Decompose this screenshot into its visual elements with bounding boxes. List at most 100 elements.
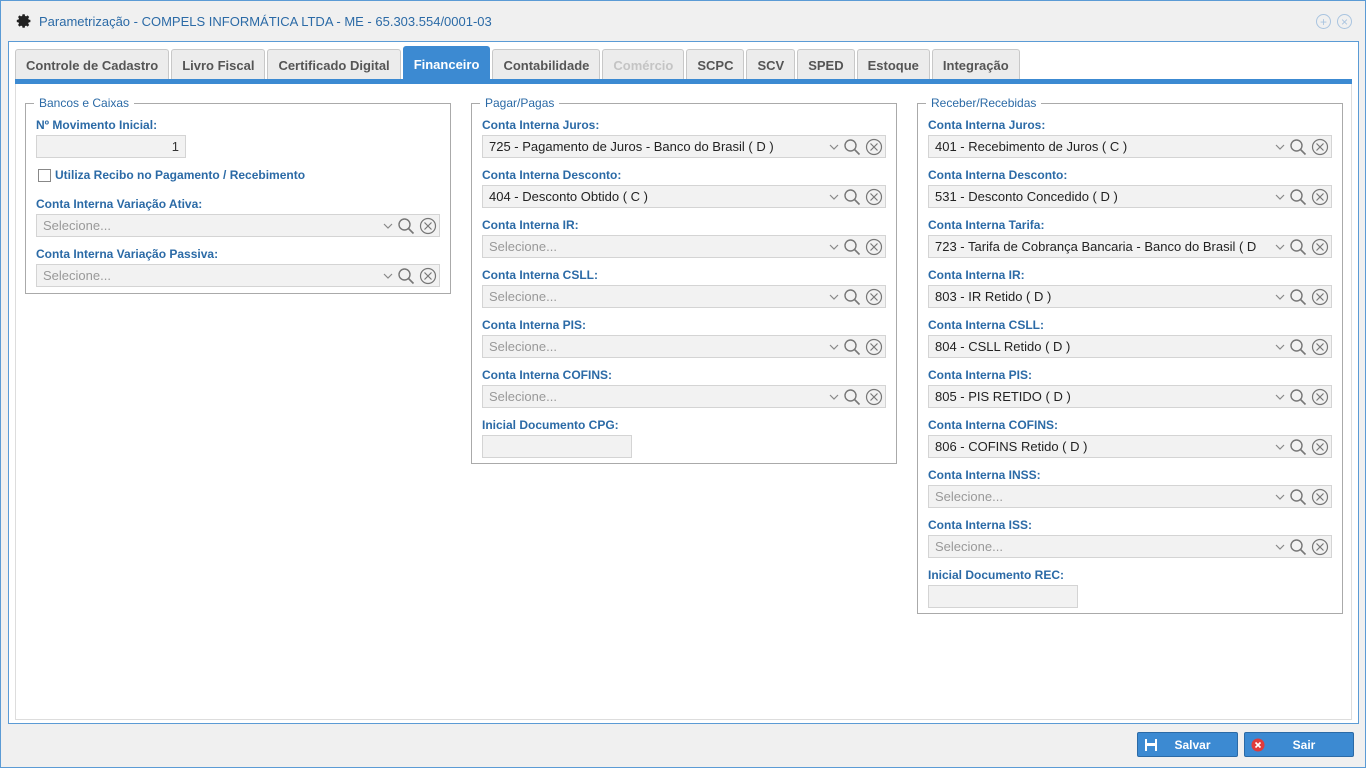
search-icon[interactable] xyxy=(841,385,863,408)
receber-conta-interna-tarifa-select[interactable]: 723 - Tarifa de Cobrança Bancaria - Banc… xyxy=(928,235,1332,258)
clear-icon[interactable] xyxy=(863,185,885,208)
chevron-down-icon[interactable] xyxy=(1273,385,1287,408)
clear-icon[interactable] xyxy=(863,335,885,358)
pagar-conta-interna-juros-select[interactable]: 725 - Pagamento de Juros - Banco do Bras… xyxy=(482,135,886,158)
tab-livro-fiscal[interactable]: Livro Fiscal xyxy=(171,49,266,81)
clear-icon[interactable] xyxy=(1309,185,1331,208)
chevron-down-icon[interactable] xyxy=(827,185,841,208)
exit-button[interactable]: Sair xyxy=(1244,732,1354,757)
tab-certificado-digital[interactable]: Certificado Digital xyxy=(267,49,401,81)
clear-icon[interactable] xyxy=(863,285,885,308)
clear-icon[interactable] xyxy=(417,214,439,237)
chevron-down-icon[interactable] xyxy=(1273,435,1287,458)
pagar-conta-interna-juros-value: 725 - Pagamento de Juros - Banco do Bras… xyxy=(489,139,774,154)
receber-conta-interna-csll-select[interactable]: 804 - CSLL Retido ( D ) xyxy=(928,335,1332,358)
pagar-conta-interna-desconto-select[interactable]: 404 - Desconto Obtido ( C ) xyxy=(482,185,886,208)
pagar-conta-interna-cofins-select[interactable]: Selecione... xyxy=(482,385,886,408)
pagar-conta-interna-csll-label: Conta Interna CSLL: xyxy=(482,268,598,282)
receber-conta-interna-iss-select[interactable]: Selecione... xyxy=(928,535,1332,558)
clear-icon[interactable] xyxy=(1309,535,1331,558)
chevron-down-icon[interactable] xyxy=(1273,485,1287,508)
chevron-down-icon[interactable] xyxy=(1273,135,1287,158)
search-icon[interactable] xyxy=(1287,135,1309,158)
save-button[interactable]: Salvar xyxy=(1137,732,1238,757)
search-icon[interactable] xyxy=(841,285,863,308)
search-icon[interactable] xyxy=(841,185,863,208)
financeiro-panel: Bancos e Caixas Nº Movimento Inicial: 1 … xyxy=(15,84,1352,720)
receber-conta-interna-pis-select[interactable]: 805 - PIS RETIDO ( D ) xyxy=(928,385,1332,408)
tab-estoque[interactable]: Estoque xyxy=(856,49,930,81)
tab-scpc[interactable]: SCPC xyxy=(686,49,745,81)
clear-icon[interactable] xyxy=(1309,385,1331,408)
tab-sped[interactable]: SPED xyxy=(797,49,855,81)
chevron-down-icon[interactable] xyxy=(827,335,841,358)
maximize-icon[interactable]: + xyxy=(1316,14,1331,29)
receber-conta-interna-csll-label: Conta Interna CSLL: xyxy=(928,318,1044,332)
clear-icon[interactable] xyxy=(863,385,885,408)
search-icon[interactable] xyxy=(1287,285,1309,308)
search-icon[interactable] xyxy=(841,335,863,358)
pagar-conta-interna-pis-select[interactable]: Selecione... xyxy=(482,335,886,358)
receber-conta-interna-inss-select[interactable]: Selecione... xyxy=(928,485,1332,508)
chevron-down-icon[interactable] xyxy=(1273,285,1287,308)
search-icon[interactable] xyxy=(841,135,863,158)
movimento-inicial-input[interactable]: 1 xyxy=(36,135,186,158)
chevron-down-icon[interactable] xyxy=(381,264,395,287)
clear-icon[interactable] xyxy=(417,264,439,287)
inicial-documento-cpg-label: Inicial Documento CPG: xyxy=(482,418,619,432)
tab-contabilidade[interactable]: Contabilidade xyxy=(492,49,601,81)
receber-conta-interna-ir-select[interactable]: 803 - IR Retido ( D ) xyxy=(928,285,1332,308)
tab-comercio: Comércio xyxy=(602,49,685,81)
tab-financeiro[interactable]: Financeiro xyxy=(402,46,491,81)
clear-icon[interactable] xyxy=(1309,285,1331,308)
chevron-down-icon[interactable] xyxy=(827,285,841,308)
pagar-conta-interna-cofins-label: Conta Interna COFINS: xyxy=(482,368,613,382)
receber-conta-interna-juros-label: Conta Interna Juros: xyxy=(928,118,1046,132)
variacao-ativa-select[interactable]: Selecione... xyxy=(36,214,440,237)
receber-conta-interna-ir-label: Conta Interna IR: xyxy=(928,268,1025,282)
chevron-down-icon[interactable] xyxy=(1273,535,1287,558)
pagar-conta-interna-ir-select[interactable]: Selecione... xyxy=(482,235,886,258)
tab-scv[interactable]: SCV xyxy=(746,49,796,81)
pagar-conta-interna-csll-select[interactable]: Selecione... xyxy=(482,285,886,308)
close-icon[interactable]: × xyxy=(1337,14,1352,29)
chevron-down-icon[interactable] xyxy=(827,235,841,258)
pagar-pagas-legend: Pagar/Pagas xyxy=(485,96,555,110)
chevron-down-icon[interactable] xyxy=(1273,335,1287,358)
search-icon[interactable] xyxy=(1287,235,1309,258)
variacao-passiva-select[interactable]: Selecione... xyxy=(36,264,440,287)
clear-icon[interactable] xyxy=(1309,335,1331,358)
search-icon[interactable] xyxy=(1287,435,1309,458)
clear-icon[interactable] xyxy=(1309,235,1331,258)
chevron-down-icon[interactable] xyxy=(381,214,395,237)
receber-conta-interna-inss-value: Selecione... xyxy=(935,489,1003,504)
receber-conta-interna-desconto-select[interactable]: 531 - Desconto Concedido ( D ) xyxy=(928,185,1332,208)
variacao-ativa-value: Selecione... xyxy=(43,218,111,233)
search-icon[interactable] xyxy=(1287,335,1309,358)
chevron-down-icon[interactable] xyxy=(827,385,841,408)
utiliza-recibo-checkbox[interactable] xyxy=(38,169,51,182)
tab-controle-de-cadastro[interactable]: Controle de Cadastro xyxy=(15,49,170,81)
chevron-down-icon[interactable] xyxy=(1273,235,1287,258)
exit-icon xyxy=(1245,738,1271,752)
clear-icon[interactable] xyxy=(1309,435,1331,458)
inicial-documento-cpg-input[interactable] xyxy=(482,435,632,458)
chevron-down-icon[interactable] xyxy=(1273,185,1287,208)
receber-conta-interna-juros-select[interactable]: 401 - Recebimento de Juros ( C ) xyxy=(928,135,1332,158)
tab-integracao[interactable]: Integração xyxy=(931,49,1020,81)
clear-icon[interactable] xyxy=(863,235,885,258)
chevron-down-icon[interactable] xyxy=(827,135,841,158)
search-icon[interactable] xyxy=(1287,385,1309,408)
search-icon[interactable] xyxy=(395,264,417,287)
clear-icon[interactable] xyxy=(1309,485,1331,508)
clear-icon[interactable] xyxy=(1309,135,1331,158)
search-icon[interactable] xyxy=(841,235,863,258)
inicial-documento-rec-input[interactable] xyxy=(928,585,1078,608)
clear-icon[interactable] xyxy=(863,135,885,158)
receber-conta-interna-cofins-select[interactable]: 806 - COFINS Retido ( D ) xyxy=(928,435,1332,458)
search-icon[interactable] xyxy=(395,214,417,237)
receber-conta-interna-juros-value: 401 - Recebimento de Juros ( C ) xyxy=(935,139,1128,154)
search-icon[interactable] xyxy=(1287,485,1309,508)
search-icon[interactable] xyxy=(1287,185,1309,208)
search-icon[interactable] xyxy=(1287,535,1309,558)
